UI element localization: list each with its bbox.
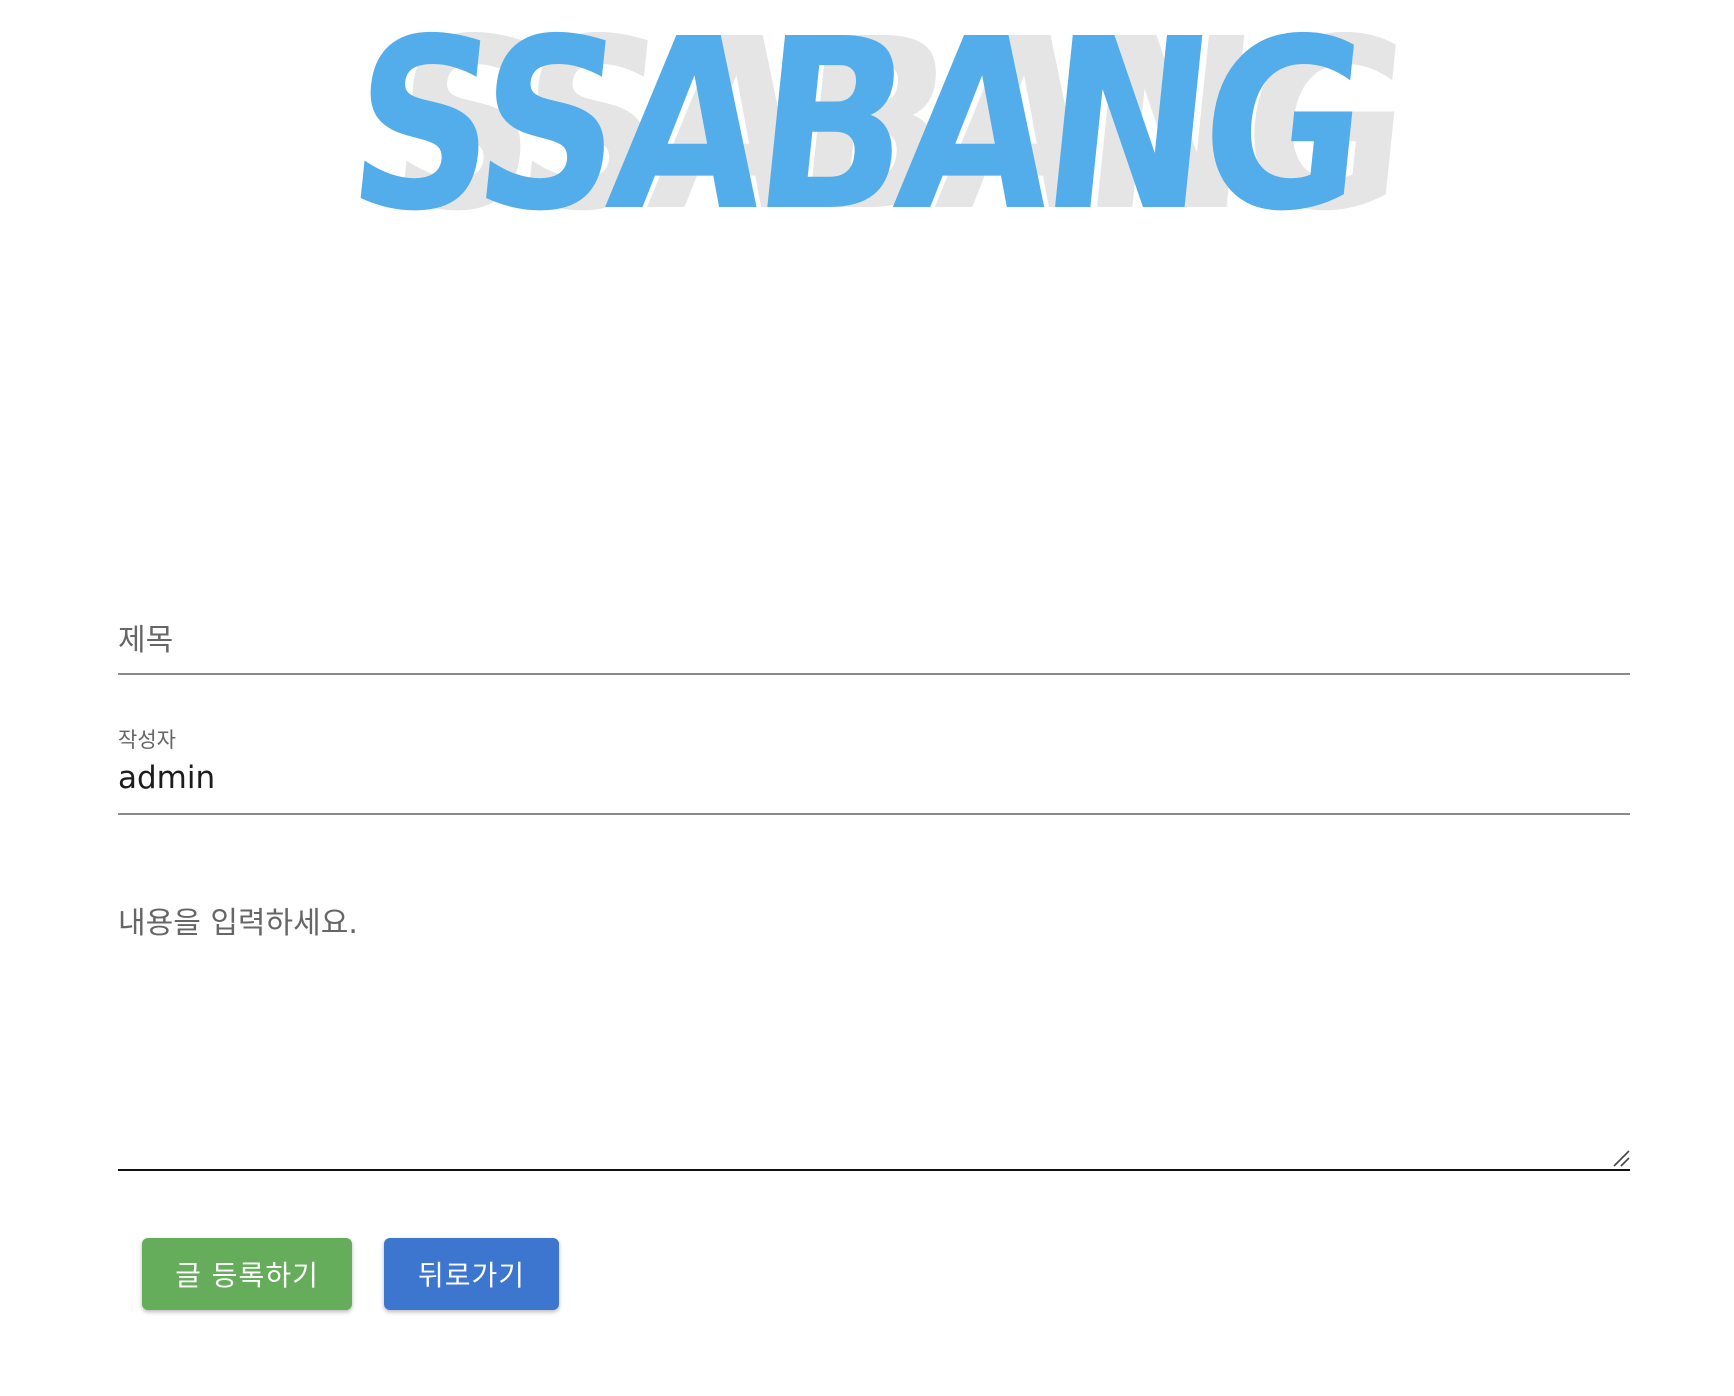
write-post-page: SSABANG SSABANG 제목 작성자 admin 내용을 입력하세요. … — [0, 0, 1734, 1396]
back-button[interactable]: 뒤로가기 — [384, 1238, 559, 1310]
content-textarea[interactable]: 내용을 입력하세요. — [118, 890, 1630, 1171]
title-input[interactable]: 제목 — [118, 600, 1630, 675]
author-value[interactable]: admin — [118, 760, 215, 796]
author-field[interactable]: 작성자 admin — [118, 712, 1630, 815]
site-logo[interactable]: SSABANG SSABANG — [0, 0, 1734, 263]
logo-text: SSABANG — [338, 0, 1372, 263]
resize-handle-icon[interactable] — [1612, 1149, 1630, 1167]
submit-post-button[interactable]: 글 등록하기 — [142, 1238, 352, 1310]
content-placeholder: 내용을 입력하세요. — [118, 906, 358, 941]
author-label: 작성자 — [118, 728, 176, 752]
title-placeholder: 제목 — [118, 623, 174, 658]
